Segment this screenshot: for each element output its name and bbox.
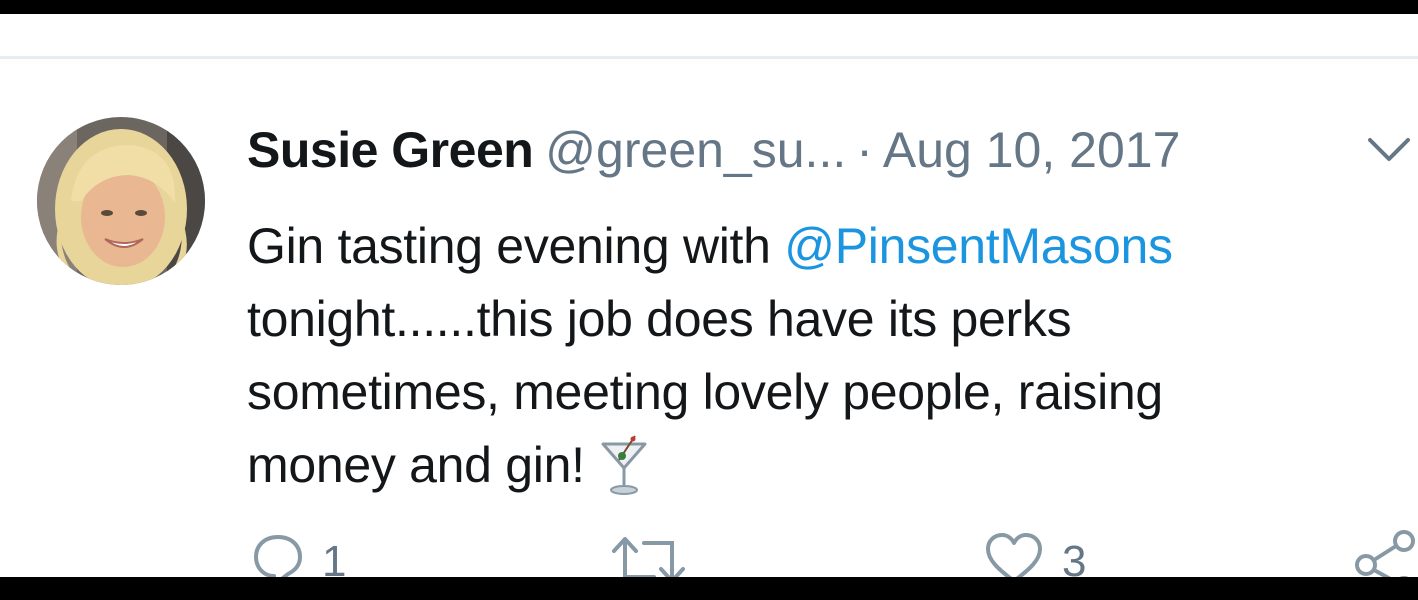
share-button[interactable] — [1352, 529, 1418, 577]
tweet-line: money and gin! — [247, 429, 1367, 516]
retweet-icon — [612, 537, 685, 577]
avatar[interactable] — [37, 117, 205, 285]
tweet-header: Susie Green @green_su... · Aug 10, 2017 — [247, 118, 1180, 182]
retweet-button[interactable] — [608, 529, 706, 577]
tweet-text-segment: Gin tasting evening with — [247, 218, 785, 274]
tweet-screen: Susie Green @green_su... · Aug 10, 2017 Gin… — [0, 14, 1418, 577]
top-divider — [0, 56, 1418, 59]
author-handle[interactable]: @green_su... — [545, 122, 846, 178]
reply-count: 1 — [322, 537, 347, 577]
tweet-line: sometimes, meeting lovely people, raisin… — [247, 364, 1163, 420]
reply-button[interactable]: 1 — [252, 529, 346, 577]
reply-icon — [254, 535, 302, 577]
tweet-line: Gin tasting evening with @PinsentMasons — [247, 210, 1367, 283]
tweet-date[interactable]: Aug 10, 2017 — [883, 122, 1181, 178]
tweet-line: tonight......this job does have its perk… — [247, 291, 1072, 347]
tweet-text-segment: money and gin! — [247, 437, 585, 493]
avatar-photo — [37, 117, 205, 285]
tweet-actions: 1 3 — [0, 529, 1418, 577]
like-count: 3 — [1062, 537, 1087, 577]
tweet-body: Gin tasting evening with @PinsentMasons … — [247, 210, 1367, 516]
cocktail-glass-icon — [599, 434, 649, 516]
header-separator: · — [856, 122, 873, 178]
author-name[interactable]: Susie Green — [247, 122, 534, 178]
chevron-down-icon[interactable] — [1366, 134, 1412, 164]
mention-link[interactable]: @PinsentMasons — [784, 218, 1173, 274]
heart-icon — [986, 533, 1042, 577]
like-button[interactable]: 3 — [984, 529, 1086, 577]
share-icon — [1355, 530, 1415, 577]
